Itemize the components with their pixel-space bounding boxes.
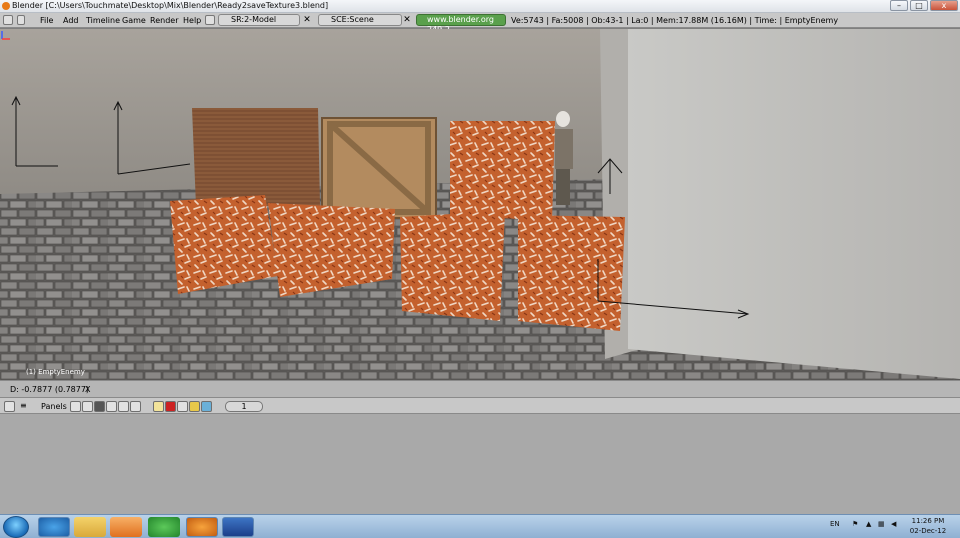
window-app-taskbar-icon[interactable] — [222, 517, 254, 537]
utorrent-icon[interactable] — [148, 517, 180, 537]
close-button[interactable]: x — [930, 0, 958, 11]
tray-arrow-icon[interactable]: ▲ — [866, 520, 871, 528]
buttons-window-header: ≡ Panels 1 — [0, 397, 960, 414]
network-icon[interactable]: ▦ — [878, 520, 885, 528]
language-indicator[interactable]: EN — [830, 520, 840, 528]
clock-time: 11:26 PM — [911, 517, 945, 525]
scene-icon[interactable] — [130, 401, 141, 412]
menu-add[interactable]: Add — [63, 16, 79, 25]
tray-flag-icon[interactable]: ⚑ — [852, 520, 858, 528]
radiosity-icon[interactable] — [189, 401, 200, 412]
scene-select-field[interactable]: SCE:Scene — [318, 14, 402, 26]
world-icon[interactable] — [201, 401, 212, 412]
view-axis-icon — [1, 31, 10, 40]
texture-icon[interactable] — [177, 401, 188, 412]
media-player-icon[interactable] — [110, 517, 142, 537]
menu-game[interactable]: Game — [122, 16, 146, 25]
lamp-icon[interactable] — [153, 401, 164, 412]
menu-render[interactable]: Render — [150, 16, 178, 25]
menu-timeline[interactable]: Timeline — [86, 16, 120, 25]
scene-delete-icon[interactable]: ✕ — [402, 15, 412, 25]
window-type-icon[interactable] — [3, 15, 13, 25]
logic-icon[interactable] — [70, 401, 81, 412]
minimize-button[interactable]: – — [890, 0, 908, 11]
scene-stats: Ve:5743 | Fa:5008 | Ob:43-1 | La:0 | Mem… — [511, 16, 839, 25]
menu-file[interactable]: File — [40, 16, 53, 25]
menu-help[interactable]: Help — [183, 16, 201, 25]
system-clock[interactable]: 11:26 PM 02-Dec-12 — [908, 516, 948, 536]
start-button[interactable] — [3, 516, 29, 538]
transform-status-bar: D: -0.7877 (0.7877) X — [0, 380, 960, 397]
shading-icon[interactable] — [94, 401, 105, 412]
panels-menu[interactable]: Panels — [41, 402, 67, 411]
active-object-label: (1) EmptyEnemy — [26, 368, 85, 376]
internet-explorer-icon[interactable] — [38, 517, 70, 537]
editing-icon[interactable] — [118, 401, 129, 412]
drag-distance-readout: D: -0.7877 (0.7877) — [10, 385, 90, 394]
window-type-icon[interactable] — [4, 401, 15, 412]
window-title-bar: Blender [C:\Users\Touchmate\Desktop\Mix\… — [0, 0, 960, 13]
screen-delete-icon[interactable]: ✕ — [302, 15, 312, 25]
material-icon[interactable] — [165, 401, 176, 412]
website-link[interactable]: www.blender.org 249.2 — [416, 14, 506, 34]
file-explorer-icon[interactable] — [74, 517, 106, 537]
volume-icon[interactable]: ◀ — [891, 520, 896, 528]
object-icon[interactable] — [106, 401, 117, 412]
screen-browse-icon[interactable] — [205, 15, 215, 25]
script-icon[interactable] — [82, 401, 93, 412]
windows-taskbar: EN ⚑ ▲ ▦ ◀ 11:26 PM 02-Dec-12 — [0, 514, 960, 538]
3d-viewport[interactable]: (1) EmptyEnemy — [0, 29, 960, 380]
clock-date: 02-Dec-12 — [909, 527, 947, 535]
blender-taskbar-icon[interactable] — [186, 517, 218, 537]
maximize-button[interactable]: □ — [910, 0, 928, 11]
screen-select-field[interactable]: SR:2-Model — [218, 14, 300, 26]
window-title: Blender [C:\Users\Touchmate\Desktop\Mix\… — [12, 1, 329, 10]
scene-render — [0, 29, 960, 380]
page-number-field[interactable]: 1 — [225, 401, 263, 412]
blender-info-header: File Add Timeline Game Render Help SR:2-… — [0, 13, 960, 34]
cancel-transform-icon[interactable]: X — [85, 385, 90, 394]
buttons-window — [0, 414, 960, 514]
menu-collapse-icon[interactable] — [17, 15, 25, 25]
blender-app-icon — [2, 2, 10, 10]
collapse-arrow-icon[interactable]: ≡ — [20, 401, 34, 412]
